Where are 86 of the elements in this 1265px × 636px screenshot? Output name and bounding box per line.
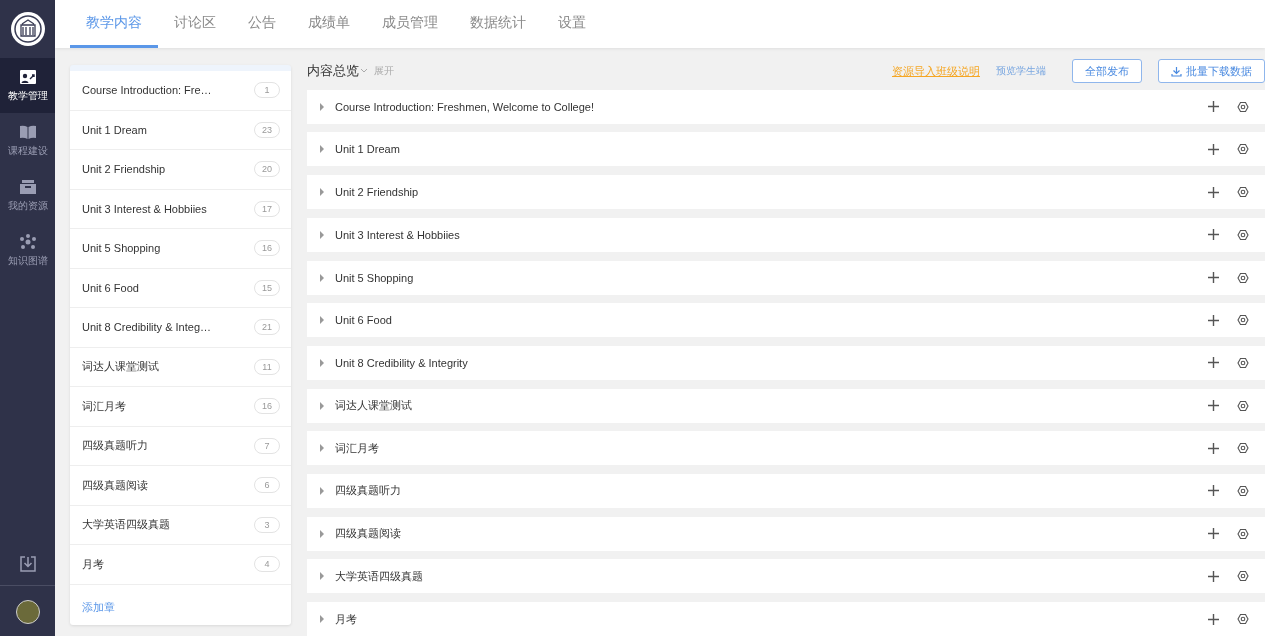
settings-icon[interactable] [1237, 228, 1249, 241]
download-icon [1171, 65, 1182, 77]
tab[interactable]: 成员管理 [366, 0, 454, 48]
settings-icon[interactable] [1237, 271, 1249, 284]
tab[interactable]: 成绩单 [292, 0, 366, 48]
caret-right-icon[interactable] [319, 615, 325, 623]
avatar[interactable] [15, 600, 40, 624]
caret-right-icon[interactable] [319, 145, 325, 154]
section-row[interactable]: Course Introduction: Freshmen, Welcome to College! [307, 89, 1265, 124]
settings-icon[interactable] [1237, 613, 1249, 625]
section-row[interactable]: 词达人课堂测试 [307, 388, 1265, 423]
section-row[interactable]: Unit 2 Friendship [307, 175, 1265, 210]
nav-item[interactable]: 知识图谱 [0, 223, 55, 278]
chapter-item[interactable]: 四级真题听力 7 [70, 426, 291, 466]
settings-icon[interactable] [1237, 570, 1249, 583]
caret-right-icon[interactable] [319, 273, 325, 282]
caret-right-icon[interactable] [319, 572, 325, 581]
add-icon[interactable] [1208, 528, 1219, 540]
batch-download-button[interactable]: 批量下载数据 [1158, 59, 1265, 84]
caret-right-icon[interactable] [319, 529, 325, 538]
publish-all-button[interactable]: 全部发布 [1072, 59, 1142, 84]
nav-item[interactable]: 课程建设 [0, 113, 55, 168]
chapter-item[interactable]: Unit 1 Dream 23 [70, 110, 291, 150]
settings-icon[interactable] [1237, 314, 1249, 327]
chapter-item[interactable]: Unit 5 Shopping 16 [70, 229, 291, 269]
add-icon[interactable] [1208, 400, 1219, 412]
caret-right-icon[interactable] [319, 444, 325, 453]
network-icon [18, 233, 37, 250]
chapter-item[interactable]: Unit 2 Friendship 20 [70, 150, 291, 190]
section-row[interactable]: Unit 8 Credibility & Integrity [307, 345, 1265, 380]
add-icon[interactable] [1208, 357, 1219, 369]
add-icon[interactable] [1208, 229, 1219, 241]
add-icon[interactable] [1208, 613, 1219, 625]
nav-item[interactable]: 我的资源 [0, 168, 55, 223]
add-icon[interactable] [1208, 570, 1219, 582]
add-icon[interactable] [1208, 143, 1219, 155]
settings-icon[interactable] [1237, 143, 1249, 156]
caret-right-icon[interactable] [319, 358, 325, 367]
add-icon[interactable] [1208, 272, 1219, 283]
settings-icon[interactable] [1237, 399, 1249, 412]
section-row[interactable]: 月考 [307, 602, 1265, 636]
nav-item[interactable]: 教学管理 [0, 58, 55, 113]
chapter-item[interactable]: 月考 4 [70, 545, 291, 585]
presentation-icon [18, 68, 37, 85]
add-icon[interactable] [1208, 186, 1219, 198]
settings-icon[interactable] [1237, 100, 1249, 113]
caret-right-icon[interactable] [319, 102, 325, 111]
tab[interactable]: 数据统计 [454, 0, 542, 48]
caret-right-icon[interactable] [319, 188, 325, 197]
settings-icon[interactable] [1237, 442, 1249, 455]
add-icon[interactable] [1208, 101, 1219, 113]
chapter-item[interactable]: Unit 3 Interest & Hobbiies 17 [70, 189, 291, 229]
settings-icon[interactable] [1237, 186, 1249, 199]
overview-title[interactable]: 内容总览 [307, 62, 359, 81]
book-icon [18, 123, 37, 140]
settings-icon[interactable] [1237, 527, 1249, 540]
chapter-item[interactable]: 词汇月考 16 [70, 387, 291, 427]
chapter-item[interactable]: Unit 8 Credibility & Integ… 21 [70, 308, 291, 348]
chapter-item[interactable]: 四级真题阅读 6 [70, 466, 291, 506]
download-icon[interactable] [18, 554, 37, 573]
tab[interactable]: 公告 [232, 0, 292, 48]
caret-right-icon[interactable] [319, 401, 325, 410]
settings-icon[interactable] [1237, 484, 1249, 497]
add-icon[interactable] [1208, 442, 1219, 454]
section-row[interactable]: 四级真题阅读 [307, 516, 1265, 551]
section-row[interactable]: Unit 5 Shopping [307, 260, 1265, 295]
tab[interactable]: 讨论区 [158, 0, 232, 48]
chapter-item[interactable]: Unit 6 Food 15 [70, 268, 291, 308]
tab[interactable]: 设置 [542, 0, 602, 48]
caret-right-icon[interactable] [319, 316, 325, 325]
section-row[interactable]: 四级真题听力 [307, 473, 1265, 508]
section-row[interactable]: Unit 6 Food [307, 303, 1265, 338]
add-icon[interactable] [1208, 314, 1219, 326]
tray-icon [18, 178, 37, 195]
add-icon[interactable] [1208, 485, 1219, 497]
chapter-item[interactable]: 大学英语四级真题 3 [70, 505, 291, 545]
chapter-item[interactable]: Course Introduction: Fre… 1 [70, 71, 291, 111]
section-row[interactable]: 大学英语四级真题 [307, 559, 1265, 594]
section-row[interactable]: 词汇月考 [307, 431, 1265, 466]
settings-icon[interactable] [1237, 356, 1249, 369]
caret-right-icon[interactable] [319, 230, 325, 239]
university-logo [9, 11, 46, 47]
caret-right-icon[interactable] [319, 486, 325, 495]
chapter-item[interactable]: 词达人课堂测试 11 [70, 347, 291, 387]
section-row[interactable]: Unit 3 Interest & Hobbiies [307, 217, 1265, 252]
section-row[interactable]: Unit 1 Dream [307, 132, 1265, 167]
